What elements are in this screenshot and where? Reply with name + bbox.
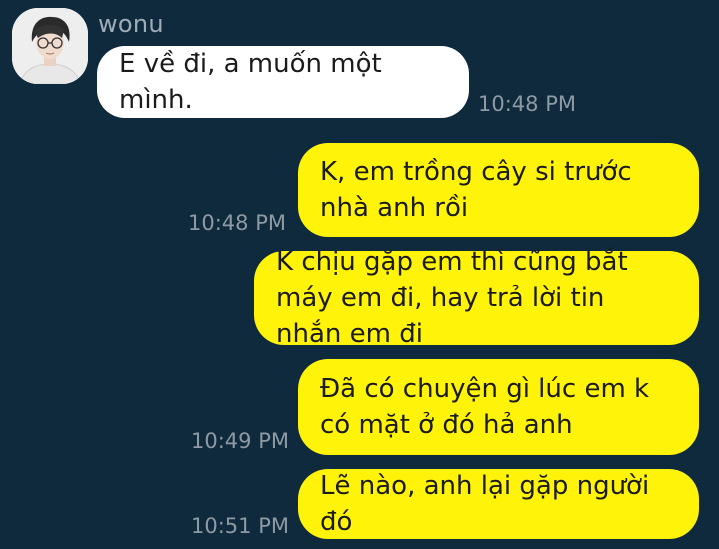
message-timestamp: 10:48 PM: [188, 211, 286, 235]
incoming-message-bubble[interactable]: E về đi, a muốn một mình.: [97, 46, 469, 118]
outgoing-message-bubble[interactable]: K chịu gặp em thì cũng bắt máy em đi, ha…: [254, 247, 699, 349]
outgoing-message-bubble[interactable]: Lẽ nào, anh lại gặp người đó: [298, 469, 699, 539]
outgoing-message-bubble[interactable]: Đã có chuyện gì lúc em k có mặt ở đó hả …: [298, 359, 699, 455]
contact-avatar[interactable]: [12, 8, 88, 84]
profile-photo-icon: [12, 8, 88, 84]
outgoing-message-bubble[interactable]: K, em trồng cây si trước nhà anh rồi: [298, 143, 699, 237]
message-timestamp: 10:48 PM: [478, 92, 576, 116]
contact-name: wonu: [98, 10, 164, 38]
message-timestamp: 10:49 PM: [191, 429, 289, 453]
message-timestamp: 10:51 PM: [191, 514, 289, 538]
